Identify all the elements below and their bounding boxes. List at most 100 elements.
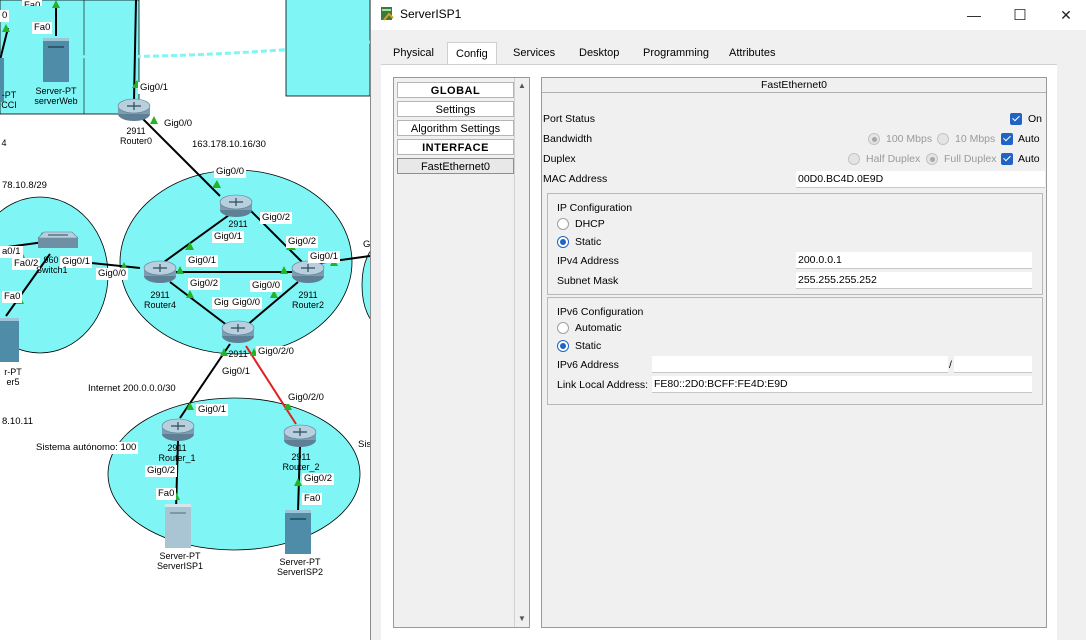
ipv6-address-input[interactable] [652, 356, 948, 373]
title-bar[interactable]: ServerISP1 — ☐ ✕ [371, 0, 1086, 30]
device-caption-router4[interactable]: 2911 Router4 [140, 290, 180, 310]
dhcp-label: DHCP [575, 218, 605, 230]
iface-label-gig00-r0: Gig0/0 [162, 118, 194, 130]
device-caption-router-2[interactable]: 2911 Router_2 [278, 452, 324, 472]
device-caption-router-1[interactable]: 2911 Router_1 [154, 443, 200, 463]
tab-programming[interactable]: Programming [635, 42, 717, 64]
window-title: ServerISP1 [400, 7, 462, 21]
scroll-down-icon[interactable]: ▼ [517, 614, 527, 624]
iface-label-gig00-r2: Gig0/0 [250, 280, 282, 292]
port-status-label: Port Status [543, 113, 595, 125]
iface-label-gig02-r4: Gig0/2 [188, 278, 220, 290]
nav-algorithm-settings[interactable]: Algorithm Settings [397, 120, 514, 136]
interface-title: FastEthernet0 [542, 78, 1046, 93]
interface-config: FastEthernet0 Port Status On Bandwidth 1… [541, 77, 1047, 628]
mac-address-label: MAC Address [543, 173, 608, 185]
device-caption-router0[interactable]: 2911 Router0 [116, 126, 156, 146]
iface-label-fa0: Fa0 [32, 22, 53, 34]
device-caption-router2[interactable]: 2911 Router2 [288, 290, 328, 310]
automatic-radio[interactable] [557, 322, 569, 334]
device-caption-switch[interactable]: 960 Switch1 [36, 255, 68, 275]
iface-label-gig02-r2: Gig0/2 [286, 236, 318, 248]
ipv6-config-title: IPv6 Configuration [557, 306, 644, 318]
device-caption-serverisp2[interactable]: Server-PT ServerISP2 [270, 557, 330, 577]
nav-settings[interactable]: Settings [397, 101, 514, 117]
nav-global-header[interactable]: GLOBAL [397, 82, 514, 98]
full-duplex-label: Full Duplex [944, 153, 997, 165]
nav-interface-header[interactable]: INTERFACE [397, 139, 514, 155]
server-app-icon [381, 7, 394, 21]
iface-label-gig01-r2: Gig0/1 [308, 251, 340, 263]
bw-auto-label: Auto [1018, 133, 1040, 145]
iface-label-a01: a0/1 [0, 246, 23, 258]
bw-10-radio[interactable] [937, 133, 949, 145]
config-nav-list: GLOBAL Settings Algorithm Settings INTER… [393, 77, 530, 628]
device-caption-server5[interactable]: r-PT er5 [0, 367, 26, 387]
iface-label-0: 0 [0, 10, 10, 22]
ipv4-address-input[interactable]: 200.0.0.1 [796, 252, 1032, 269]
iface-label-gig00-r1: Gig0/0 [214, 166, 246, 178]
network-label-11: 8.10.11 [2, 416, 33, 427]
maximize-button[interactable]: ☐ [997, 0, 1043, 30]
ipv6-prefix-input[interactable] [954, 356, 1032, 373]
switch-icon[interactable] [37, 231, 79, 248]
iface-label-gig02-r1: Gig0/2 [260, 212, 292, 224]
mac-address-field[interactable]: 00D0.BC4D.0E9D [796, 171, 1045, 188]
iface-label-gig01-r5: Gig0/1 [196, 404, 228, 416]
close-button[interactable]: ✕ [1043, 0, 1086, 30]
duplex-auto-checkbox[interactable] [1001, 153, 1013, 165]
iface-label-fa0-isp2: Fa0 [302, 493, 323, 505]
ipv6-config-group: IPv6 Configuration Automatic Static IPv6… [547, 297, 1043, 405]
ipv6-address-label: IPv6 Address [557, 359, 619, 371]
nav-fastethernet0[interactable]: FastEthernet0 [397, 158, 514, 174]
device-caption-serverisp1[interactable]: Server-PT ServerISP1 [150, 551, 210, 571]
iface-label-gig020-r6: Gig0/2/0 [286, 392, 326, 404]
nav-scrollbar[interactable]: ▲ ▼ [514, 78, 529, 627]
ip-config-title: IP Configuration [557, 202, 633, 214]
bandwidth-label: Bandwidth [543, 133, 593, 145]
bw-auto-checkbox[interactable] [1001, 133, 1013, 145]
network-canvas[interactable]: Fa0 0 Fa0 Gig0/1 Gig0/0 163.178.10.16/30… [0, 0, 370, 640]
iface-label-top: Fa0 [22, 0, 43, 6]
ip-config-group: IP Configuration DHCP Static IPv4 Addres… [547, 193, 1043, 295]
network-label-8: 78.10.8/29 [2, 180, 47, 191]
subnet-mask-input[interactable]: 255.255.255.252 [796, 272, 1032, 289]
duplex-label: Duplex [543, 153, 576, 165]
full-duplex-radio[interactable] [926, 153, 938, 165]
device-caption-serverweb[interactable]: Server-PT serverWeb [26, 86, 86, 106]
iface-label-g: G [363, 239, 370, 250]
port-status-checkbox[interactable] [1010, 113, 1022, 125]
device-caption-pt[interactable]: -PT CCI [0, 90, 18, 110]
tab-physical[interactable]: Physical [385, 42, 442, 64]
tab-services[interactable]: Services [505, 42, 563, 64]
minimize-button[interactable]: — [951, 0, 997, 30]
iface-label-gig01-r4: Gig0/1 [186, 255, 218, 267]
iface-label-gig01-r3: Gig0/1 [220, 366, 252, 378]
static-label: Static [575, 236, 602, 248]
network-label-16: 163.178.10.16/30 [192, 139, 266, 150]
as-label: Sistema autónomo: 100 [34, 442, 139, 454]
automatic-label: Automatic [575, 322, 622, 334]
bw-100-radio[interactable] [868, 133, 880, 145]
scroll-up-icon[interactable]: ▲ [517, 81, 527, 91]
duplex-auto-label: Auto [1018, 153, 1040, 165]
tab-desktop[interactable]: Desktop [571, 42, 627, 64]
iface-label-gig00-r3: Gig0/0 [230, 297, 262, 309]
tab-config[interactable]: Config [447, 42, 497, 67]
device-caption-router1[interactable]: 2911 [218, 219, 258, 229]
iface-label-gig02-r6: Gig0/2 [302, 473, 334, 485]
device-caption-router3[interactable]: 2911 [218, 349, 258, 359]
iface-label-gig-r3: Gig [212, 297, 231, 309]
config-panel: GLOBAL Settings Algorithm Settings INTER… [381, 64, 1057, 641]
iface-label-gig00-r4: Gig0/0 [96, 268, 128, 280]
subnet-mask-label: Subnet Mask [557, 275, 619, 287]
static6-radio[interactable] [557, 340, 569, 352]
iface-label-gig01-r0: Gig0/1 [138, 82, 170, 94]
dhcp-radio[interactable] [557, 218, 569, 230]
as-label-right: Sis [358, 439, 370, 450]
tab-attributes[interactable]: Attributes [721, 42, 783, 64]
static-radio[interactable] [557, 236, 569, 248]
iface-label-gig020-r3: Gig0/2/0 [256, 346, 296, 358]
half-duplex-radio[interactable] [848, 153, 860, 165]
port-status-on-label: On [1028, 113, 1043, 125]
